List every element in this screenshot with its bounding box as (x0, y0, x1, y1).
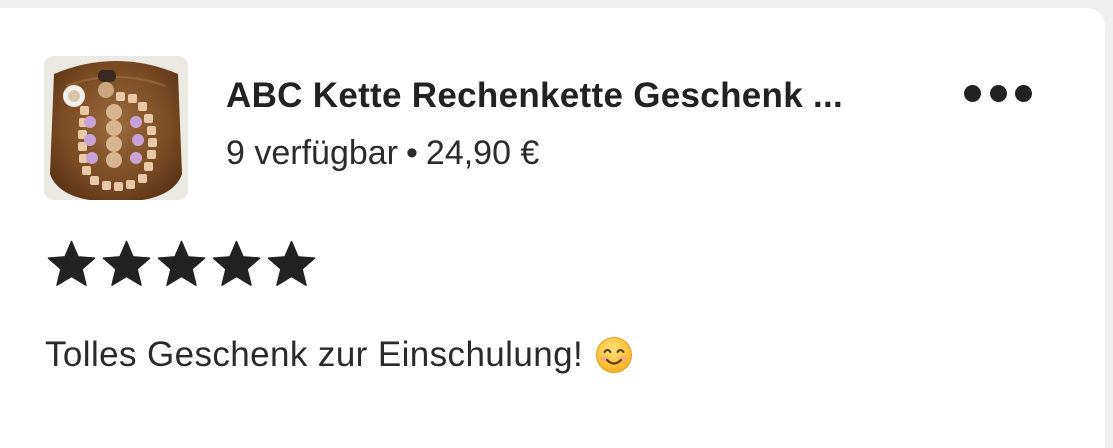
listing-title[interactable]: ABC Kette Rechenkette Geschenk ... (226, 76, 843, 116)
star-filled-icon (212, 240, 261, 286)
star-filled-icon (47, 240, 96, 286)
price-text: 24,90 € (425, 134, 540, 172)
product-image (44, 56, 188, 200)
meta-separator: • (406, 134, 418, 172)
review-card: ABC Kette Rechenkette Geschenk ... 9 ver… (0, 8, 1105, 448)
listing-meta: 9 verfügbar • 24,90 € (226, 134, 539, 173)
more-dot (964, 84, 981, 102)
product-thumbnail[interactable] (44, 56, 188, 200)
availability-text: 9 verfügbar (226, 134, 398, 172)
star-rating (46, 240, 317, 288)
review-text-row: Tolles Geschenk zur Einschulung! (45, 335, 633, 375)
smiling-face-icon (596, 337, 633, 373)
more-dot (1015, 84, 1032, 102)
star-filled-icon (102, 240, 151, 286)
star-filled-icon (157, 240, 206, 286)
more-dot (989, 84, 1007, 102)
review-text: Tolles Geschenk zur Einschulung! (45, 335, 584, 374)
more-options-button[interactable] (964, 81, 1032, 105)
star-filled-icon (267, 240, 316, 286)
